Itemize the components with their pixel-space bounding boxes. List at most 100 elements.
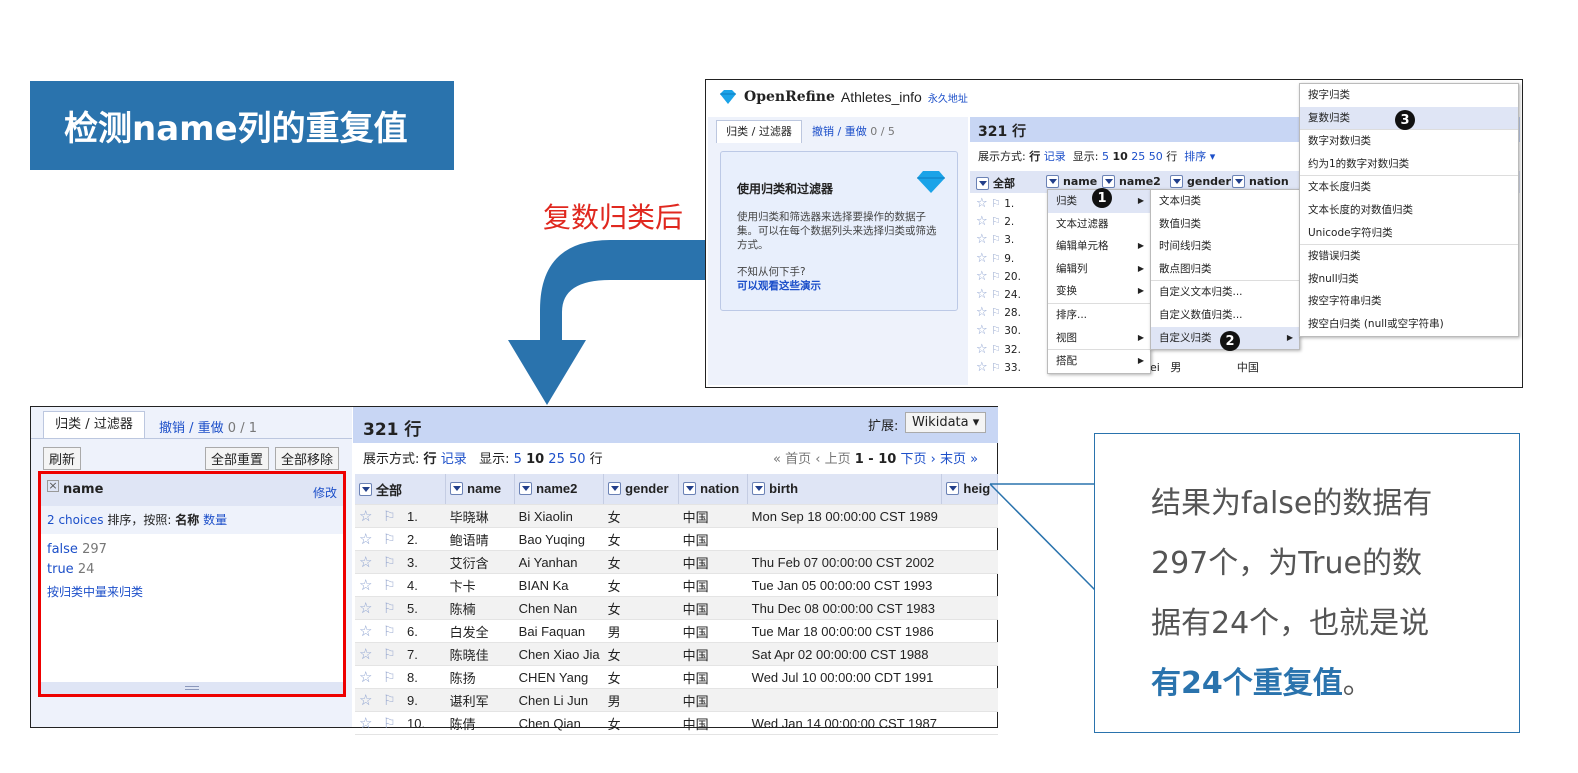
flag-icon[interactable]: ⚐ xyxy=(991,270,1001,283)
remove-all-button[interactable]: 全部移除 xyxy=(275,447,340,470)
sort-menu[interactable]: 排序 ▾ xyxy=(1184,150,1215,163)
flag-icon[interactable]: ⚐ xyxy=(991,252,1001,265)
column-menu-item[interactable]: 文本过滤器 xyxy=(1048,213,1150,236)
facet-submenu-item[interactable]: 数值归类 xyxy=(1151,213,1299,236)
cluster-link[interactable]: 按归类中量来归类 xyxy=(47,582,143,602)
page-size-5[interactable]: 5 xyxy=(1102,150,1109,163)
page-size-10[interactable]: 10 xyxy=(1112,150,1127,163)
tab-facets[interactable]: 归类 / 过滤器 xyxy=(43,411,145,438)
flag-icon[interactable]: ⚐ xyxy=(991,215,1001,228)
flag-icon[interactable]: ⚐ xyxy=(379,573,403,597)
page-size-10[interactable]: 10 xyxy=(526,452,544,467)
star-icon[interactable]: ☆ xyxy=(976,269,988,284)
col-birth[interactable]: birth xyxy=(747,474,943,505)
star-icon[interactable]: ☆ xyxy=(976,196,988,211)
star-icon[interactable]: ☆ xyxy=(355,619,379,643)
star-icon[interactable]: ☆ xyxy=(355,550,379,574)
pager-prev[interactable]: ‹ 上页 xyxy=(815,452,850,467)
column-menu-item[interactable]: 排序... xyxy=(1048,302,1150,327)
page-size-50[interactable]: 50 xyxy=(569,452,586,467)
star-icon[interactable]: ☆ xyxy=(976,360,988,375)
star-icon[interactable]: ☆ xyxy=(976,305,988,320)
facet-choice-true[interactable]: true 24 xyxy=(47,560,143,580)
custom-facet-item[interactable]: 约为1的数字对数归类 xyxy=(1300,153,1518,176)
star-icon[interactable]: ☆ xyxy=(355,596,379,620)
star-icon[interactable]: ☆ xyxy=(355,665,379,689)
sort-by-count[interactable]: 数量 xyxy=(203,513,227,527)
flag-icon[interactable]: ⚐ xyxy=(379,665,403,689)
flag-icon[interactable]: ⚐ xyxy=(991,288,1001,301)
app-logo[interactable]: OpenRefine xyxy=(744,89,835,105)
facet-close-icon[interactable]: × xyxy=(47,480,59,492)
custom-facet-item[interactable]: 按错误归类 xyxy=(1300,244,1518,268)
page-size-50[interactable]: 50 xyxy=(1149,150,1163,163)
flag-icon[interactable]: ⚐ xyxy=(991,233,1001,246)
flag-icon[interactable]: ⚐ xyxy=(379,527,403,551)
mode-records[interactable]: 记录 xyxy=(441,452,467,467)
star-icon[interactable]: ☆ xyxy=(976,232,988,247)
col-nation[interactable]: nation xyxy=(678,474,749,505)
flag-icon[interactable]: ⚐ xyxy=(379,504,403,528)
star-icon[interactable]: ☆ xyxy=(355,527,379,551)
permalink-link[interactable]: 永久地址 xyxy=(928,90,968,105)
mode-rows[interactable]: 行 xyxy=(424,452,437,467)
refresh-button[interactable]: 刷新 xyxy=(43,447,82,470)
star-icon[interactable]: ☆ xyxy=(976,342,988,357)
pager-next[interactable]: 下页 › xyxy=(900,452,935,467)
flag-icon[interactable]: ⚐ xyxy=(991,306,1001,319)
column-menu-item[interactable]: 变换 ▶ xyxy=(1048,280,1150,303)
facet-submenu-item[interactable]: 文本归类 xyxy=(1151,190,1299,213)
custom-facet-item[interactable]: 数字对数归类 xyxy=(1300,129,1518,153)
flag-icon[interactable]: ⚐ xyxy=(379,619,403,643)
sort-by-name[interactable]: 名称 xyxy=(175,513,199,527)
mode-records[interactable]: 记录 xyxy=(1044,150,1066,163)
wikidata-dropdown[interactable]: Wikidata ▾ xyxy=(905,412,987,433)
tab-undo[interactable]: 撤销 / 重做 0 / 1 xyxy=(159,417,257,436)
facet-submenu-item[interactable]: 散点图归类 xyxy=(1151,258,1299,281)
custom-facet-item[interactable]: 按null归类 xyxy=(1300,268,1518,291)
col-nation[interactable]: nation xyxy=(1232,175,1289,188)
demo-link[interactable]: 可以观看这些演示 xyxy=(737,278,821,293)
column-menu-item[interactable]: 视图 ▶ xyxy=(1048,327,1150,350)
facet-submenu-item[interactable]: 时间线归类 xyxy=(1151,235,1299,258)
flag-icon[interactable]: ⚐ xyxy=(991,361,1001,374)
flag-icon[interactable]: ⚐ xyxy=(379,596,403,620)
col-all[interactable]: 全部 xyxy=(976,175,1015,191)
tab-undo[interactable]: 撤销 / 重做 0 / 5 xyxy=(812,123,895,139)
flag-icon[interactable]: ⚐ xyxy=(991,343,1001,356)
star-icon[interactable]: ☆ xyxy=(976,251,988,266)
star-icon[interactable]: ☆ xyxy=(355,504,379,528)
col-all[interactable]: 全部 xyxy=(355,474,447,505)
page-size-25[interactable]: 25 xyxy=(1131,150,1145,163)
star-icon[interactable]: ☆ xyxy=(355,642,379,666)
col-name[interactable]: name xyxy=(445,474,516,505)
pager-first[interactable]: « 首页 xyxy=(773,452,811,467)
facet-submenu-item[interactable]: 自定义数值归类... xyxy=(1151,304,1299,327)
custom-facet-item[interactable]: 按空白归类 (null或空字符串) xyxy=(1300,313,1518,336)
column-menu-item[interactable]: 编辑单元格 ▶ xyxy=(1048,235,1150,258)
page-size-25[interactable]: 25 xyxy=(548,452,565,467)
custom-facet-item[interactable]: Unicode字符归类 xyxy=(1300,222,1518,245)
star-icon[interactable]: ☆ xyxy=(976,214,988,229)
column-menu-item[interactable]: 搭配 ▶ xyxy=(1048,349,1150,373)
mode-rows[interactable]: 行 xyxy=(1029,150,1040,163)
custom-facet-item[interactable]: 按字归类 xyxy=(1300,84,1518,107)
custom-facet-item[interactable]: 文本长度归类 xyxy=(1300,175,1518,199)
facet-resize-handle[interactable] xyxy=(41,682,343,694)
flag-icon[interactable]: ⚐ xyxy=(379,550,403,574)
custom-facet-item[interactable]: 按空字符串归类 xyxy=(1300,290,1518,313)
col-gender[interactable]: gender xyxy=(1170,175,1231,188)
col-name2[interactable]: name2 xyxy=(514,474,605,505)
flag-icon[interactable]: ⚐ xyxy=(991,324,1001,337)
star-icon[interactable]: ☆ xyxy=(355,688,379,712)
col-name2[interactable]: name2 xyxy=(1102,175,1161,188)
pager-last[interactable]: 末页 » xyxy=(940,452,978,467)
facet-submenu-item[interactable]: 自定义文本归类... xyxy=(1151,280,1299,304)
star-icon[interactable]: ☆ xyxy=(976,323,988,338)
project-name[interactable]: Athletes_info xyxy=(841,89,922,105)
flag-icon[interactable]: ⚐ xyxy=(991,197,1001,210)
flag-icon[interactable]: ⚐ xyxy=(379,688,403,712)
col-gender[interactable]: gender xyxy=(603,474,680,505)
star-icon[interactable]: ☆ xyxy=(976,287,988,302)
star-icon[interactable]: ☆ xyxy=(355,573,379,597)
